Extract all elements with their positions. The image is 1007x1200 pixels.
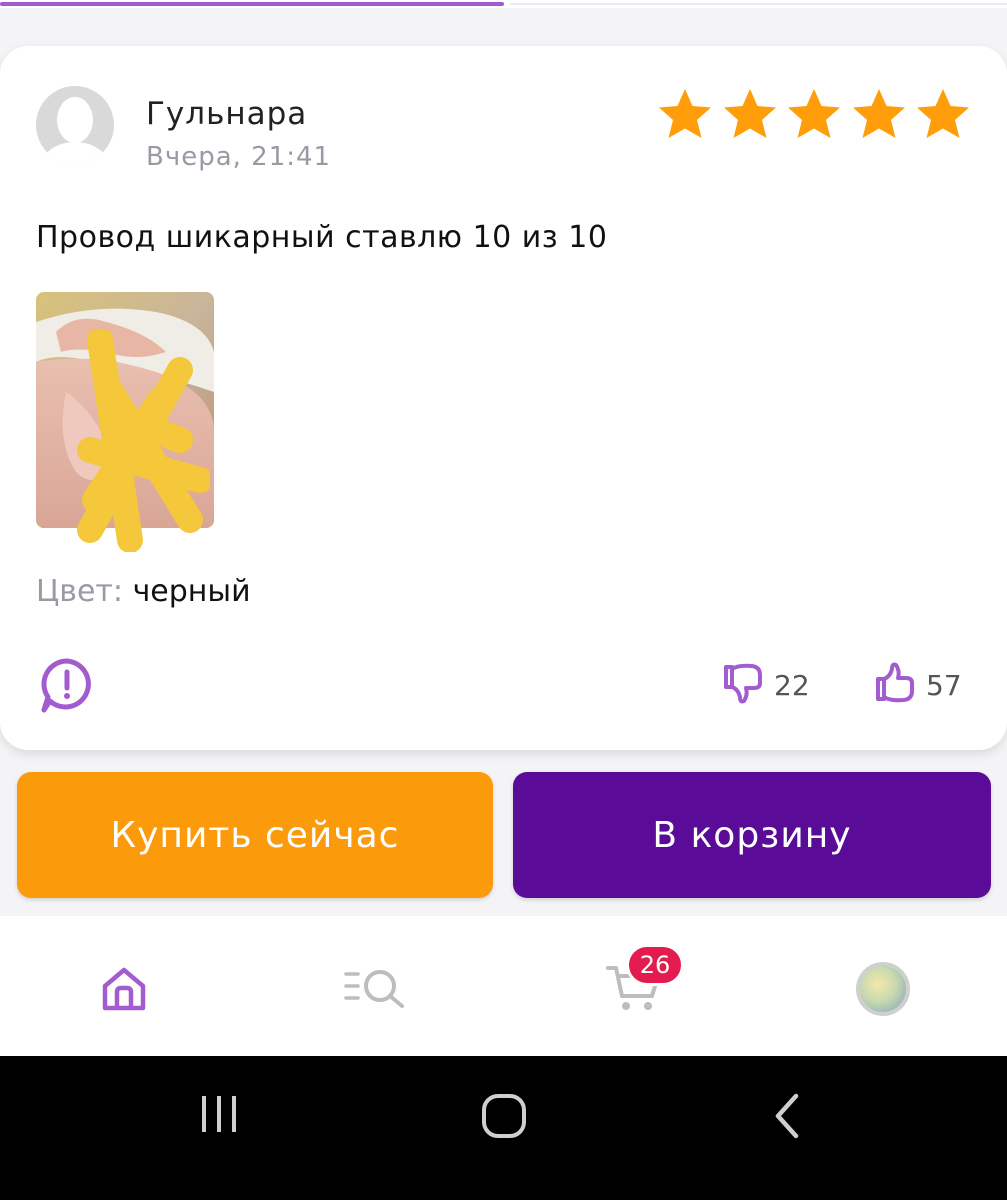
recent-apps-icon[interactable] (198, 1092, 242, 1140)
review-date: Вчера, 21:41 (146, 142, 332, 172)
like-button[interactable]: 57 (874, 662, 962, 708)
story-progress-bar (0, 0, 1007, 8)
dislike-count: 22 (774, 668, 810, 702)
home-system-icon[interactable] (480, 1092, 528, 1144)
nav-catalog[interactable] (344, 966, 410, 1014)
censor-scribble (77, 330, 210, 552)
back-icon[interactable] (768, 1092, 808, 1144)
add-to-cart-button[interactable]: В корзину (513, 772, 991, 898)
star-rating (656, 86, 972, 146)
star-icon (659, 89, 711, 138)
report-icon[interactable] (38, 656, 96, 714)
avatar-body-shape (42, 142, 108, 164)
cart-badge: 26 (626, 944, 684, 986)
color-label: Цвет: (36, 574, 124, 609)
star-icon (788, 89, 840, 138)
progress-fill (0, 2, 504, 6)
nav-home[interactable] (100, 966, 148, 1016)
home-icon (100, 967, 148, 1016)
author-avatar (36, 86, 114, 164)
color-value: черный (132, 574, 251, 609)
thumbs-down-icon (722, 661, 766, 709)
cart-icon (606, 966, 662, 1020)
profile-avatar[interactable] (856, 962, 910, 1016)
star-icon (917, 89, 969, 138)
avatar-head-shape (57, 97, 93, 143)
dislike-button[interactable]: 22 (722, 662, 810, 708)
progress-remaining (510, 3, 1007, 5)
like-count: 57 (926, 668, 962, 702)
author-name: Гульнара (146, 96, 308, 132)
star-icon (852, 89, 905, 138)
system-navigation-bar (0, 1056, 1007, 1200)
thumbs-up-icon (874, 661, 918, 709)
buy-now-button[interactable]: Купить сейчас (17, 772, 493, 898)
review-text: Провод шикарный ставлю 10 из 10 (36, 220, 608, 255)
profile-avatar-image (860, 966, 906, 1012)
star-icon (723, 89, 776, 138)
catalog-search-icon (344, 970, 410, 1014)
color-line: Цвет: черный (36, 574, 251, 609)
